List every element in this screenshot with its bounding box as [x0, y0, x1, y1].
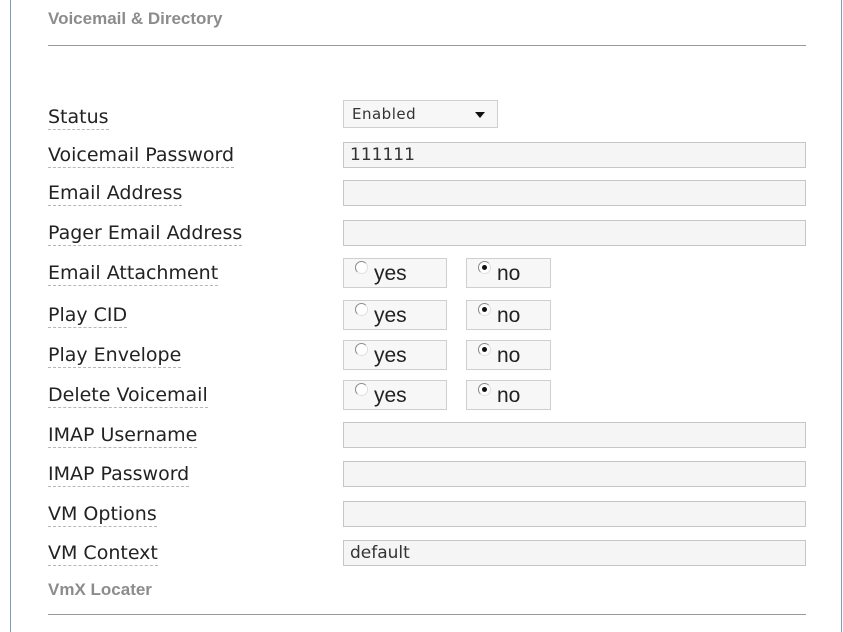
delete-voicemail-no-label: no [497, 384, 521, 407]
delete-voicemail-row: Delete Voicemail yes no [48, 380, 808, 414]
delete-voicemail-label: Delete Voicemail [48, 384, 208, 408]
email-address-label: Email Address [48, 182, 183, 206]
email-attachment-yes-radio[interactable] [355, 261, 368, 274]
play-cid-row: Play CID yes no [48, 300, 808, 334]
delete-voicemail-yes-label: yes [374, 384, 407, 407]
imap-username-label: IMAP Username [48, 424, 198, 448]
vm-options-row: VM Options [48, 501, 808, 533]
email-attachment-label: Email Attachment [48, 262, 219, 286]
vmx-divider [48, 614, 806, 615]
imap-username-row: IMAP Username [48, 422, 808, 454]
status-select[interactable]: Enabled [343, 100, 498, 128]
imap-password-input[interactable] [343, 461, 806, 487]
play-envelope-no-label: no [497, 344, 521, 367]
status-row: Status Enabled [48, 100, 808, 136]
play-cid-yes-radio[interactable] [355, 303, 368, 316]
imap-password-row: IMAP Password [48, 461, 808, 493]
vm-options-label: VM Options [48, 503, 157, 527]
vm-context-label: VM Context [48, 542, 158, 566]
status-label: Status [48, 106, 109, 130]
vmx-locater-title: VmX Locater [48, 580, 152, 599]
imap-password-label: IMAP Password [48, 463, 190, 487]
voicemail-password-label: Voicemail Password [48, 144, 235, 168]
delete-voicemail-yes-radio[interactable] [355, 383, 368, 396]
chevron-down-icon [475, 112, 485, 118]
play-envelope-no-radio[interactable] [478, 343, 491, 356]
play-cid-no-radio[interactable] [478, 303, 491, 316]
play-envelope-yes-option[interactable]: yes [343, 340, 447, 370]
play-cid-no-option[interactable]: no [466, 300, 551, 330]
play-cid-label: Play CID [48, 304, 128, 328]
imap-username-input[interactable] [343, 422, 806, 448]
vm-context-input[interactable]: default [343, 540, 806, 566]
play-envelope-row: Play Envelope yes no [48, 340, 808, 374]
section-divider [48, 45, 806, 46]
play-cid-no-label: no [497, 304, 521, 327]
pager-email-address-label: Pager Email Address [48, 222, 243, 246]
play-cid-yes-option[interactable]: yes [343, 300, 447, 330]
play-envelope-label: Play Envelope [48, 344, 182, 368]
play-envelope-yes-label: yes [374, 344, 407, 367]
email-attachment-no-radio[interactable] [478, 261, 491, 274]
email-attachment-no-option[interactable]: no [466, 258, 551, 288]
email-address-row: Email Address [48, 180, 808, 212]
section-title: Voicemail & Directory [48, 9, 223, 28]
play-envelope-yes-radio[interactable] [355, 343, 368, 356]
email-address-input[interactable] [343, 180, 806, 206]
voicemail-password-row: Voicemail Password 111111 [48, 142, 808, 174]
delete-voicemail-no-option[interactable]: no [466, 380, 551, 410]
vm-context-row: VM Context default [48, 540, 808, 572]
vm-options-input[interactable] [343, 501, 806, 527]
pager-email-address-row: Pager Email Address [48, 220, 808, 252]
voicemail-password-input[interactable]: 111111 [343, 142, 806, 168]
email-attachment-no-label: no [497, 262, 521, 285]
delete-voicemail-yes-option[interactable]: yes [343, 380, 447, 410]
delete-voicemail-no-radio[interactable] [478, 383, 491, 396]
play-envelope-no-option[interactable]: no [466, 340, 551, 370]
status-select-value: Enabled [352, 105, 417, 123]
email-attachment-yes-option[interactable]: yes [343, 258, 447, 288]
play-cid-yes-label: yes [374, 304, 407, 327]
email-attachment-yes-label: yes [374, 262, 407, 285]
pager-email-address-input[interactable] [343, 220, 806, 246]
email-attachment-row: Email Attachment yes no [48, 258, 808, 292]
